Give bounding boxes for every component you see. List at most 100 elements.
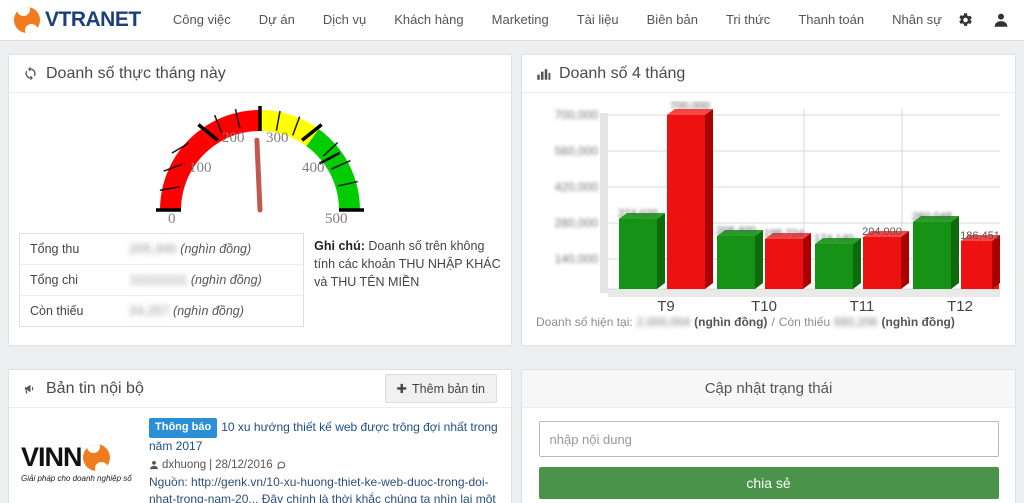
megaphone-icon	[24, 384, 34, 394]
gauge-note-label: Ghi chú:	[314, 239, 365, 253]
share-button[interactable]: chia sẻ	[538, 467, 999, 499]
nav-item-cong-viec[interactable]: Công việc	[159, 0, 245, 40]
news-card-title-group: Bản tin nội bộ	[23, 380, 144, 398]
news-item-meta-separator: |	[209, 458, 213, 471]
user-icon	[150, 460, 158, 469]
summary-key-con-thieu: Còn thiếu	[30, 304, 84, 318]
bar-card-header: Doanh số 4 tháng	[522, 55, 1015, 93]
summary-key-tong-thu: Tổng thu	[30, 242, 80, 256]
x-tick-label-t12: T12	[947, 298, 973, 313]
chart-footer-unit-2: (nghìn đồng)	[881, 315, 955, 329]
plus-icon: ✚	[396, 382, 408, 396]
bar-chart-svg: 700,000 560,000 420,000 280,000 140,000	[555, 100, 1000, 315]
bar-value-label: 186,451	[960, 230, 1000, 242]
news-item: Thông báo 10 xu hướng thiết kế web được t…	[149, 418, 499, 503]
nav-item-marketing[interactable]: Marketing	[478, 0, 563, 40]
y-tick-label: 420,000	[555, 180, 599, 194]
gauge-card-title-group: Doanh số thực tháng này	[23, 65, 226, 83]
y-tick-label: 560,000	[555, 144, 599, 158]
nav-item-du-an[interactable]: Dự án	[245, 0, 309, 40]
bar-value-label: 274,020	[618, 208, 658, 220]
summary-unit: (nghìn đồng)	[173, 304, 244, 318]
news-body: VINN Giải pháp cho doanh nghiệp số Thông…	[9, 408, 511, 503]
summary-amount: 205,340	[129, 242, 177, 256]
status-feed-item: bqtoan: Toàn qua làm việc voi Hanoi Tour…	[522, 499, 1015, 503]
summary-unit: (nghìn đồng)	[190, 273, 262, 287]
dashboard-page: VTRANET Công việc Dự án Dịch vụ Khách hà…	[0, 0, 1024, 503]
news-card-header: Bản tin nội bộ ✚ Thêm bản tin	[9, 370, 511, 408]
chart-footer-value-remaining: 660,206	[834, 315, 878, 329]
add-news-label: Thêm bản tin	[412, 381, 485, 396]
nav-item-bien-ban[interactable]: Biên bản	[633, 0, 712, 40]
table-row: Tổng thu 205,340 (nghìn đồng)	[19, 234, 304, 265]
bar-chart-card: Doanh số 4 tháng 700,000 560,000 420,000…	[521, 54, 1016, 346]
x-tick-label-t10: T10	[751, 298, 777, 313]
main-nav: Công việc Dự án Dịch vụ Khách hàng Marke…	[159, 0, 956, 40]
nav-item-tai-lieu[interactable]: Tài liệu	[563, 0, 633, 40]
swirl-logo-icon	[82, 444, 110, 471]
bar-chart-icon	[537, 69, 551, 80]
nav-item-tri-thuc[interactable]: Tri thức	[712, 0, 784, 40]
bar-value-label: 208,400	[716, 225, 756, 237]
status-card-title: Cập nhật trạng thái	[522, 370, 1015, 408]
chart-footer-unit-1: (nghìn đồng)	[694, 315, 768, 329]
bar-value-label: 700,000	[670, 101, 710, 112]
top-navbar: VTRANET Công việc Dự án Dịch vụ Khách hà…	[0, 0, 1024, 41]
news-item-meta: dxhuong | 28/12/2016	[149, 457, 499, 473]
y-tick-label: 140,000	[555, 252, 599, 266]
gauge-note: Ghi chú: Doanh số trên không tính các kh…	[314, 233, 501, 327]
comment-icon[interactable]	[276, 460, 286, 470]
gauge-card-header: Doanh số thực tháng này	[9, 55, 511, 93]
status-card: Cập nhật trạng thái chia sẻ bqtoan: Toàn…	[521, 369, 1016, 503]
summary-amount: 111111111	[129, 273, 188, 287]
summary-unit: (nghìn đồng)	[180, 242, 252, 256]
refresh-icon[interactable]	[23, 66, 38, 81]
news-card-title: Bản tin nội bộ	[46, 379, 144, 397]
brand-name: VTRANET	[45, 8, 141, 31]
nav-item-khach-hang[interactable]: Khách hàng	[380, 0, 477, 40]
news-item-header: Thông báo 10 xu hướng thiết kế web được t…	[149, 418, 499, 455]
chart-footer-value-current: 2,000,004	[636, 315, 691, 329]
nav-item-dich-vu[interactable]: Dịch vụ	[309, 0, 380, 40]
gauge-svg: 0 100 200 300 400 500	[156, 106, 364, 223]
news-item-date: 28/12/2016	[215, 458, 273, 471]
nav-item-thanh-toan[interactable]: Thanh toán	[784, 0, 878, 40]
brand-logo[interactable]: VTRANET	[14, 7, 149, 33]
gauge-tick-500: 500	[325, 211, 348, 223]
summary-value-con-thieu: 24,257 (nghìn đồng)	[120, 296, 304, 327]
gauge-tick-0: 0	[168, 211, 176, 223]
chart-footer-separator: /	[771, 315, 775, 329]
gauge-card-title: Doanh số thực tháng này	[46, 64, 226, 82]
summary-value-tong-thu: 205,340 (nghìn đồng)	[120, 234, 304, 265]
x-tick-label-t9: T9	[657, 298, 675, 313]
table-row: Tổng chi 111111111 (nghìn đồng)	[19, 265, 304, 296]
gauge-tick-400: 400	[302, 160, 325, 176]
bar-value-label: 174,140	[814, 233, 854, 245]
news-card: Bản tin nội bộ ✚ Thêm bản tin VINN Giải …	[8, 369, 512, 503]
header-actions	[956, 11, 1010, 29]
summary-table: Tổng thu 205,340 (nghìn đồng) Tổng chi 1…	[19, 233, 305, 327]
bar-card-title: Doanh số 4 tháng	[559, 64, 686, 82]
summary-area: Tổng thu 205,340 (nghìn đồng) Tổng chi 1…	[9, 227, 511, 327]
vinno-logo-tagline: Giải pháp cho doanh nghiệp số	[21, 474, 132, 483]
gauge-tick-300: 300	[266, 130, 289, 146]
bar-value-label: 260,048	[912, 211, 952, 223]
chart-footer-prefix: Doanh số hiện tại:	[536, 315, 633, 329]
gauge-tick-100: 100	[189, 160, 212, 176]
add-news-button[interactable]: ✚ Thêm bản tin	[384, 374, 497, 403]
nav-item-nhan-su[interactable]: Nhân sự	[878, 0, 956, 40]
summary-key-tong-chi: Tổng chi	[30, 273, 78, 287]
bar-value-label: 204,000	[862, 226, 902, 238]
vinno-logo-row: VINN	[21, 444, 139, 471]
gear-icon[interactable]	[956, 11, 974, 29]
swirl-logo-icon	[14, 7, 40, 33]
vinno-logo: VINN Giải pháp cho doanh nghiệp số	[21, 418, 139, 503]
summary-amount: 24,257	[129, 304, 170, 318]
gauge-tick-200: 200	[222, 130, 245, 146]
status-badge: Thông báo	[149, 418, 218, 438]
bar-chart: 700,000 560,000 420,000 280,000 140,000	[522, 93, 1015, 315]
summary-value-tong-chi: 111111111 (nghìn đồng)	[120, 265, 304, 296]
chart-footer-prefix-2: Còn thiếu	[778, 315, 831, 329]
status-input[interactable]	[538, 421, 999, 457]
user-icon[interactable]	[992, 11, 1010, 29]
